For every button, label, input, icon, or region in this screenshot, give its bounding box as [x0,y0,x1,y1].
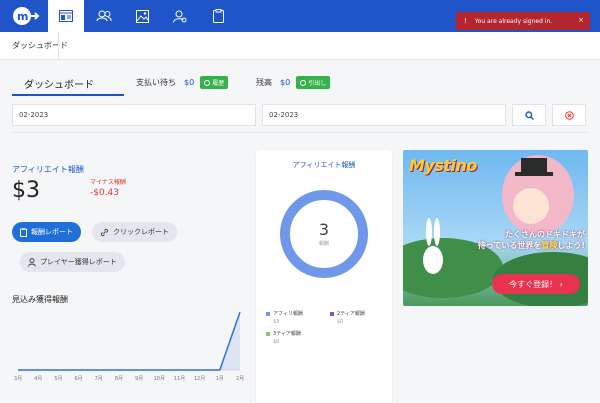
legend-label: 3ティア報酬 [273,331,301,337]
card-title: アフィリエイト報酬 [292,161,356,169]
promo-copy-line1: たくさんのドキドキが [505,230,585,239]
promo-copy: たくさんのドキドキが 待っている世界を冒険しよう! [473,230,585,252]
balance-value: $0 [280,78,291,87]
history-icon [204,79,211,86]
donut-center-value: 3 [318,220,330,239]
x-tick-label: 5月 [54,376,62,382]
legend-swatch [330,311,334,316]
x-tick-label: 10月 [154,376,165,382]
click-report-button[interactable]: クリックレポート [92,222,177,242]
main-content: ダッシュボード 支払い待ち $0 履歴 残高 $0 引出し 02-2023 02… [0,60,600,403]
affiliate-reward-card: アフィリエイト報酬 3 報酬 アフィリ報酬 $3 2ティア報酬 $0 3ティア報… [256,150,392,403]
withdraw-icon [300,79,307,86]
brand-logo[interactable]: m [8,6,40,26]
dashboard-icon [59,10,73,22]
toast-message: You are already signed in. [474,17,553,25]
legend-value: $3 [273,319,280,325]
series-area [18,312,240,370]
image-icon [135,9,149,23]
pending-label: 支払い待ち [136,78,176,87]
x-tick-label: 3月 [14,376,22,382]
date-from-input[interactable]: 02-2023 [12,104,256,126]
legend-label: アフィリ報酬 [273,311,303,317]
divider [58,32,59,60]
legend-item: 3ティア報酬 $0 [266,330,301,345]
x-tick-label: 12月 [194,376,205,382]
legend-item: アフィリ報酬 $3 [266,310,303,325]
player-report-button[interactable]: プレイヤー獲得レポート [20,252,125,272]
register-now-button[interactable]: 今すぐ登録！ › [492,274,580,294]
x-tick-label: 8月 [115,376,123,382]
toast-close-button[interactable]: × [578,16,584,24]
legend-swatch [266,331,270,336]
breadcrumb-bar: ダッシュボード [0,32,600,60]
balance-summary: 残高 $0 引出し [256,76,331,89]
breadcrumb[interactable]: ダッシュボード [12,40,68,51]
x-tick-label: 11月 [174,376,185,382]
nav-account[interactable] [162,0,198,32]
warning-icon: ! [464,17,467,25]
minus-reward-value: -$0.43 [90,188,120,198]
x-tick-label: 2月 [236,376,244,382]
promo-copy-line2a: 待っている世界を [477,240,542,250]
promo-copy-highlight: 冒険 [541,240,558,250]
nav-media[interactable] [124,0,160,32]
reward-report-button[interactable]: 報酬レポート [12,222,81,242]
svg-text:m: m [17,10,28,23]
x-tick-label: 7月 [95,376,103,382]
link-icon [100,228,109,236]
pending-value: $0 [184,78,195,87]
users-icon [96,10,112,22]
legend-item: 2ティア報酬 $0 [330,310,365,325]
promo-brand: Mystino [409,156,477,175]
clipboard-icon [212,9,224,23]
click-report-label: クリックレポート [113,228,169,236]
promo-banner[interactable]: Mystino たくさんのドキドキが 待っている世界を冒険しよう! 今すぐ登録！… [403,150,588,306]
close-circle-icon [564,110,574,120]
affiliate-reward-value: $3 [12,178,40,203]
projection-title: 見込み獲得報酬 [12,295,68,304]
legend-label: 2ティア報酬 [337,311,365,317]
tab-dashboard[interactable]: ダッシュボード [12,72,124,96]
history-button[interactable]: 履歴 [200,76,229,89]
reward-report-label: 報酬レポート [31,228,73,236]
promo-copy-line2c: しよう! [557,240,585,250]
legend-swatch [266,311,270,316]
nav-users[interactable] [86,0,122,32]
x-tick-label: 6月 [74,376,82,382]
x-tick-label: 9月 [135,376,143,382]
projection-chart: 3月 4月 5月 6月 7月 8月 9月 10月 11月 12月 1月 2月 [14,311,244,382]
clipboard-icon [20,227,27,237]
nav-clipboard[interactable] [200,0,236,32]
toast-notification: ! You are already signed in. × [456,12,590,30]
player-report-label: プレイヤー獲得レポート [40,258,117,266]
clear-button[interactable] [552,104,586,126]
pending-summary: 支払い待ち $0 履歴 [136,76,229,89]
donut-center-label: 報酬 [318,241,329,247]
x-tick-label: 1月 [216,376,224,382]
divider [12,132,588,133]
affiliate-reward-title: アフィリエイト報酬 [12,165,84,174]
search-button[interactable] [512,104,546,126]
legend-value: $0 [337,319,344,325]
minus-reward-title: マイナス報酬 [90,179,126,186]
user-settings-icon [173,10,187,23]
withdraw-button-label: 引出し [308,80,327,87]
nav-dashboard[interactable] [48,0,84,32]
date-to-input[interactable]: 02-2023 [262,104,506,126]
x-tick-label: 4月 [34,376,42,382]
legend-value: $0 [273,339,280,345]
history-button-label: 履歴 [212,80,225,87]
balance-label: 残高 [256,78,272,87]
withdraw-button[interactable]: 引出し [296,76,331,89]
series-line [18,311,241,371]
summary-tabs: ダッシュボード 支払い待ち $0 履歴 残高 $0 引出し [12,72,588,96]
search-icon [524,110,534,120]
user-icon [28,257,36,267]
